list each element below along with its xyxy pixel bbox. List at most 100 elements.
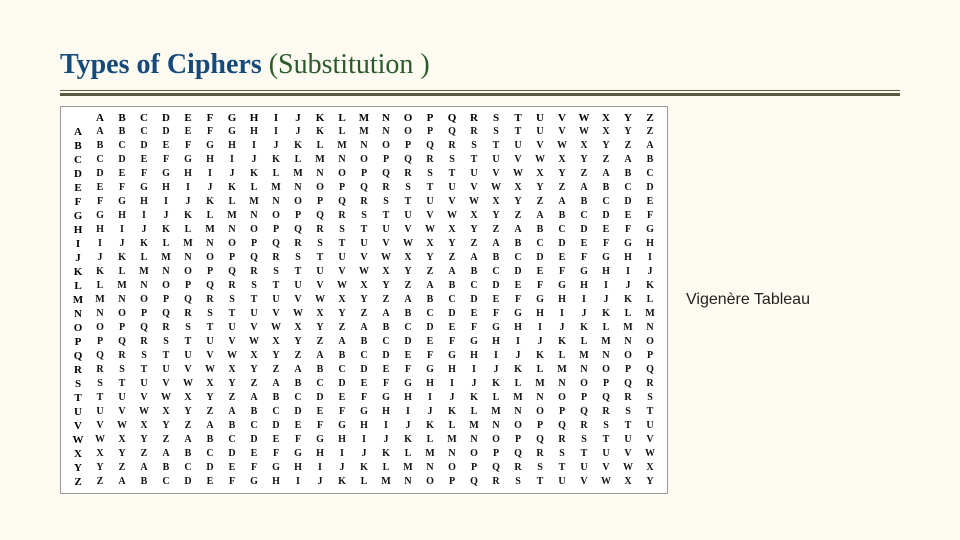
table-cell: R [529,447,551,461]
table-row: OOPQRSTUVWXYZABCDEFGHIJKLMN [67,321,661,335]
table-cell: N [89,307,111,321]
table-cell: A [485,237,507,251]
table-cell: J [177,195,199,209]
table-cell: R [331,209,353,223]
table-cell: X [485,195,507,209]
table-cell: N [199,237,221,251]
table-cell: Y [111,447,133,461]
table-cell: R [177,307,199,321]
table-row: MMNOPQRSTUVWXYZABCDEFGHIJKL [67,293,661,307]
table-cell: A [617,153,639,167]
table-cell: G [309,433,331,447]
table-cell: O [441,461,463,475]
table-cell: K [265,153,287,167]
table-cell: D [485,279,507,293]
table-cell: N [133,279,155,293]
table-cell: O [595,363,617,377]
table-cell: E [309,405,331,419]
table-cell: Z [155,433,177,447]
table-cell: I [331,447,353,461]
table-cell: F [573,251,595,265]
table-cell: Z [507,209,529,223]
table-cell: C [133,125,155,139]
table-cell: L [463,405,485,419]
table-cell: G [419,363,441,377]
table-cell: C [287,391,309,405]
table-cell: J [507,349,529,363]
table-cell: S [419,167,441,181]
table-cell: N [221,223,243,237]
table-cell: J [485,363,507,377]
table-cell: A [243,391,265,405]
table-cell: Q [441,125,463,139]
table-cell: R [243,265,265,279]
table-cell: R [133,335,155,349]
table-cell: A [111,475,133,489]
table-cell: W [639,447,661,461]
table-cell: T [463,153,485,167]
table-cell: H [89,223,111,237]
table-cell: O [551,391,573,405]
table-cell: E [551,251,573,265]
table-row: LLMNOPQRSTUVWXYZABCDEFGHIJK [67,279,661,293]
table-cell: L [419,433,441,447]
cipher-table: ABCDEFGHIJKLMNOPQRSTUVWXYZAABCDEFGHIJKLM… [67,111,661,489]
table-cell: U [353,237,375,251]
table-row: WWXYZABCDEFGHIJKLMNOPQRSTUV [67,433,661,447]
table-cell: H [639,237,661,251]
table-cell: F [419,349,441,363]
table-cell: W [353,265,375,279]
table-cell: T [419,181,441,195]
table-cell: I [507,335,529,349]
table-cell: X [309,307,331,321]
table-cell: X [639,461,661,475]
col-header: M [353,111,375,125]
table-cell: A [419,279,441,293]
table-cell: B [529,223,551,237]
table-cell: B [111,125,133,139]
table-cell: J [331,461,353,475]
table-cell: W [133,405,155,419]
table-cell: S [287,251,309,265]
table-cell: T [551,461,573,475]
table-cell: Z [573,167,595,181]
col-header: E [177,111,199,125]
table-cell: U [397,209,419,223]
table-cell: K [353,461,375,475]
table-cell: E [199,475,221,489]
table-cell: Q [507,447,529,461]
table-cell: B [397,307,419,321]
table-cell: N [551,377,573,391]
table-cell: S [89,377,111,391]
table-cell: Q [529,433,551,447]
table-cell: M [243,195,265,209]
table-cell: G [617,237,639,251]
table-cell: Z [419,265,441,279]
table-cell: J [111,237,133,251]
table-cell: I [595,279,617,293]
table-cell: Z [463,237,485,251]
table-cell: N [441,447,463,461]
table-cell: P [463,461,485,475]
col-header: K [309,111,331,125]
table-cell: D [639,181,661,195]
table-cell: B [419,293,441,307]
table-cell: D [287,405,309,419]
table-cell: Q [595,391,617,405]
table-row: EEFGHIJKLMNOPQRSTUVWXYZABCD [67,181,661,195]
table-cell: A [309,349,331,363]
table-cell: F [397,363,419,377]
table-cell: V [287,293,309,307]
table-cell: S [595,419,617,433]
table-cell: Z [89,475,111,489]
table-cell: T [441,167,463,181]
table-cell: U [441,181,463,195]
table-cell: E [243,447,265,461]
table-cell: W [485,181,507,195]
table-cell: F [463,321,485,335]
table-cell: Z [111,461,133,475]
table-cell: S [485,125,507,139]
table-cell: A [221,405,243,419]
table-cell: V [221,335,243,349]
table-cell: L [639,293,661,307]
